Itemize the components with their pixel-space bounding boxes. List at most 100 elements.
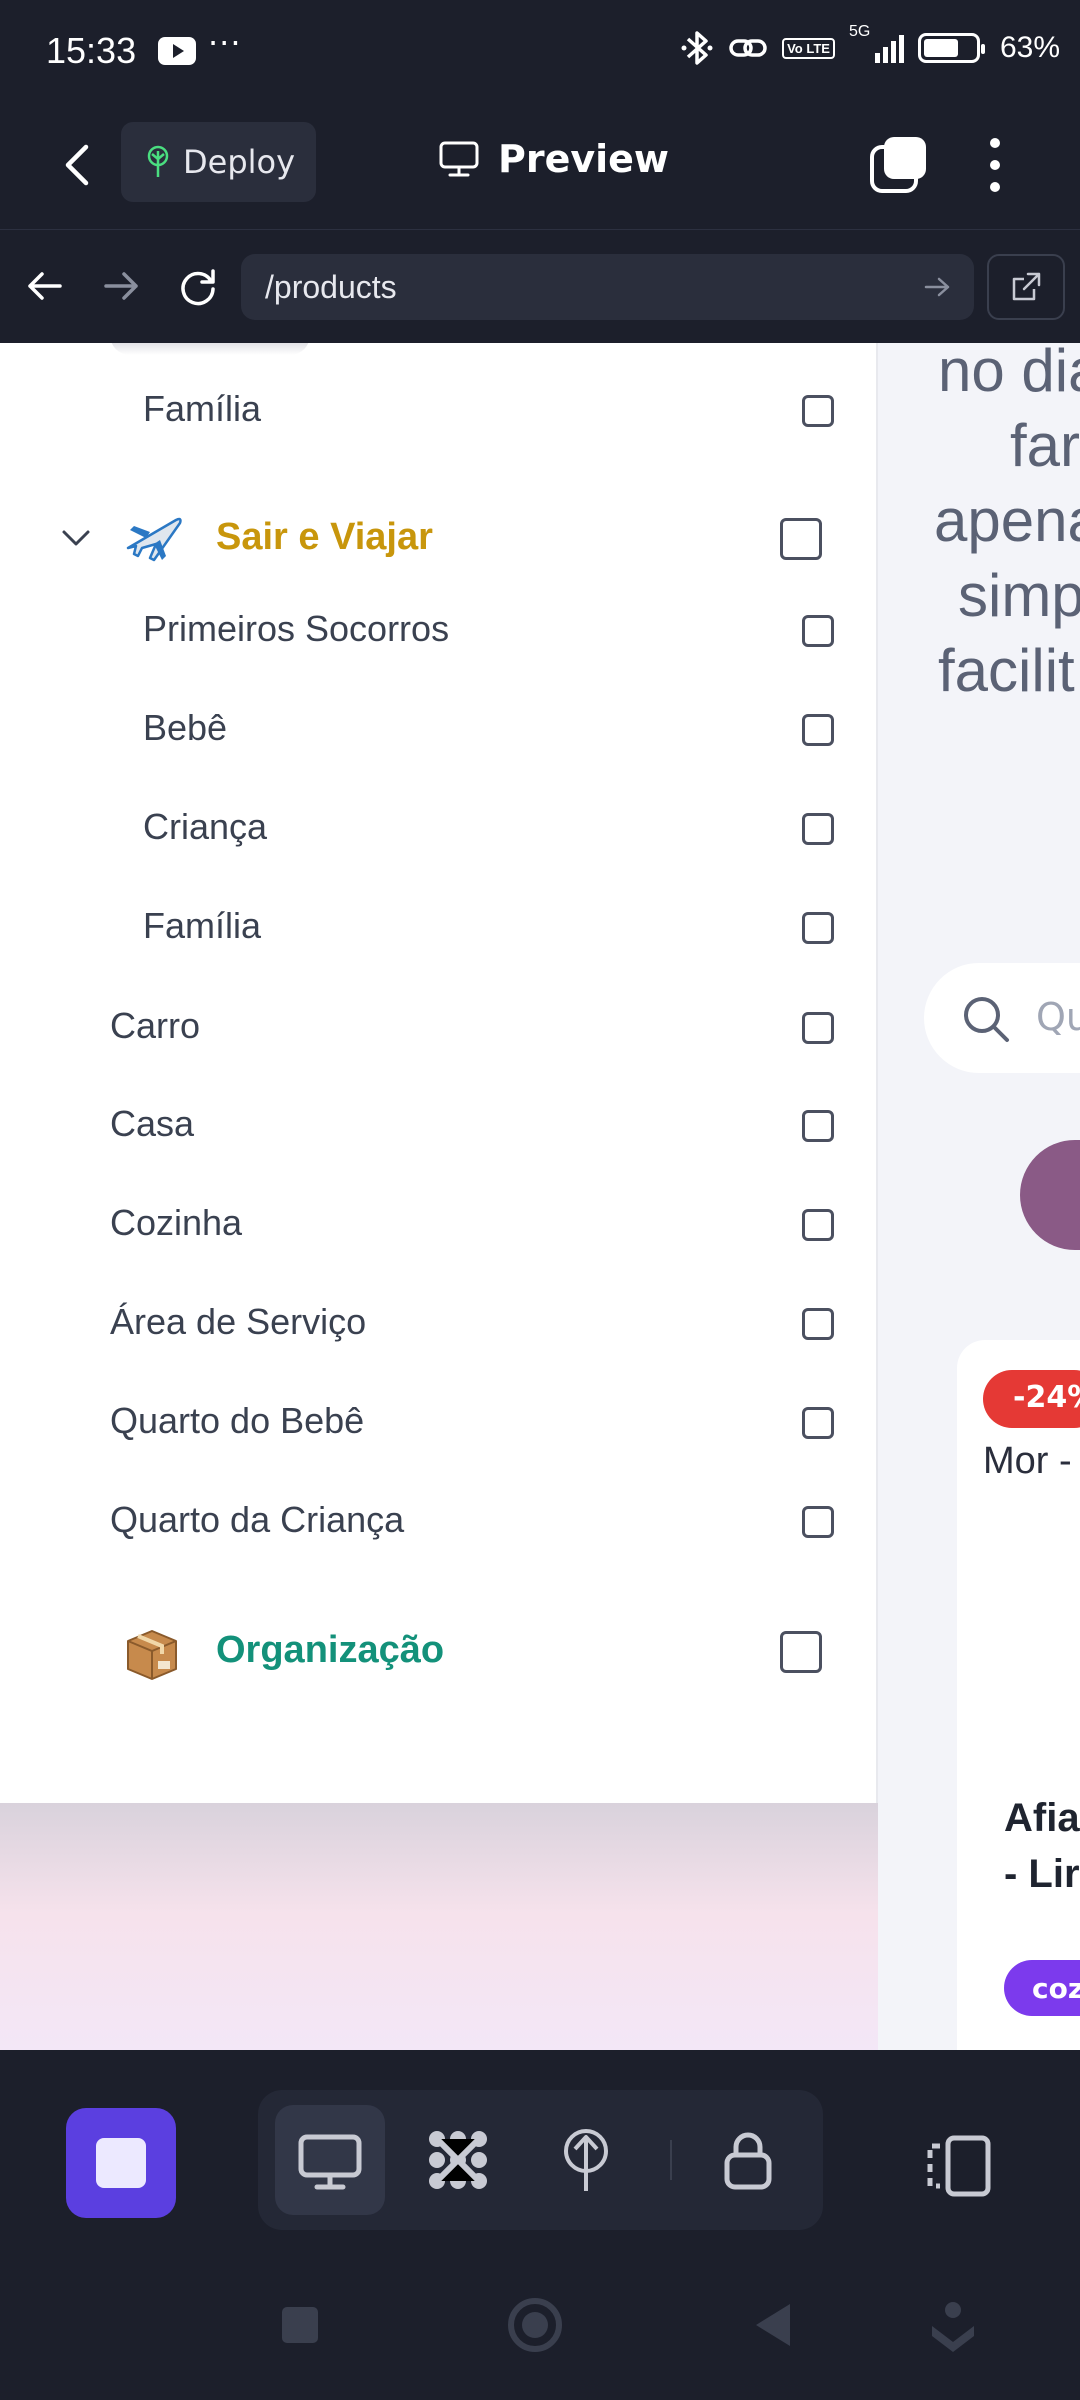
blocks-icon bbox=[429, 2131, 487, 2189]
security-tab[interactable] bbox=[693, 2105, 803, 2215]
category-tag[interactable]: coz bbox=[1004, 1960, 1080, 2016]
lock-icon bbox=[724, 2132, 772, 2190]
reload-icon[interactable] bbox=[175, 263, 221, 309]
filter-checkbox[interactable] bbox=[802, 714, 834, 746]
filter-label: Quarto da Criança bbox=[110, 1499, 405, 1540]
url-input[interactable]: /products bbox=[241, 254, 974, 320]
nav-back-icon[interactable] bbox=[22, 263, 68, 309]
web-preview: no dia far apena simp facilit Qu -24% Mo… bbox=[0, 343, 1080, 2050]
search-icon bbox=[964, 997, 1009, 1042]
scroll-shadow bbox=[110, 343, 310, 355]
monitor-icon bbox=[298, 2134, 362, 2190]
product-card[interactable]: -24% Mor - Afia - Lir coz bbox=[957, 1340, 1080, 2050]
filter-checkbox[interactable] bbox=[802, 1506, 834, 1538]
home-icon[interactable] bbox=[500, 2290, 570, 2360]
deploy-tree-icon bbox=[147, 145, 169, 177]
product-name-line: Afia bbox=[1004, 1796, 1080, 1840]
deploy-tab[interactable] bbox=[531, 2105, 641, 2215]
filter-label: Casa bbox=[110, 1103, 195, 1144]
product-name-line: - Lir bbox=[1004, 1852, 1080, 1896]
hero-text: no dia far apena simp facilit bbox=[928, 343, 1080, 708]
filter-row[interactable]: Quarto do Bebê bbox=[0, 1378, 878, 1468]
filter-checkbox[interactable] bbox=[802, 395, 834, 427]
filter-checkbox[interactable] bbox=[802, 813, 834, 845]
product-search[interactable]: Qu bbox=[924, 963, 1080, 1073]
filter-row[interactable]: Família bbox=[0, 883, 878, 973]
filter-label: Primeiros Socorros bbox=[143, 608, 450, 649]
link-icon bbox=[729, 39, 767, 57]
battery-icon bbox=[917, 33, 985, 63]
hero-line: apena bbox=[934, 487, 1080, 554]
category-label: Sair e Viajar bbox=[216, 516, 433, 558]
status-bar: 15:33 ··· Vo LTE 5G 63% bbox=[0, 0, 1080, 105]
filter-row[interactable]: Criança bbox=[0, 784, 878, 874]
divider bbox=[670, 2140, 672, 2180]
filter-label: Bebê bbox=[143, 707, 228, 748]
airplane-icon bbox=[126, 517, 182, 562]
filter-checkbox[interactable] bbox=[802, 1012, 834, 1044]
sidebar-backdrop bbox=[0, 1803, 878, 2050]
more-options-icon[interactable] bbox=[980, 133, 1010, 197]
volte-icon: Vo LTE bbox=[782, 37, 835, 59]
deploy-icon bbox=[564, 2129, 608, 2191]
filter-row[interactable]: Bebê bbox=[0, 685, 878, 775]
signal-icon bbox=[874, 33, 904, 63]
view-switcher bbox=[258, 2090, 823, 2230]
discount-badge: -24% bbox=[983, 1370, 1080, 1428]
chevron-down-icon[interactable] bbox=[60, 524, 92, 552]
category-filter-sidebar: Família Sair e Viajar Primeiros Socorros… bbox=[0, 343, 878, 1803]
filter-label: Família bbox=[143, 388, 262, 429]
filter-row[interactable]: Cozinha bbox=[0, 1180, 878, 1270]
url-text: /products bbox=[265, 268, 397, 305]
status-indicators: Vo LTE 5G 63% bbox=[680, 23, 1060, 66]
network-type: 5G bbox=[848, 23, 871, 40]
back-icon[interactable] bbox=[56, 135, 96, 195]
filter-label: Família bbox=[143, 905, 262, 946]
back-nav-icon[interactable] bbox=[738, 2290, 808, 2360]
battery-percent: 63% bbox=[999, 31, 1060, 64]
preview-title: Preview bbox=[438, 137, 669, 181]
go-arrow-icon[interactable] bbox=[922, 272, 952, 302]
filter-row[interactable]: Quarto da Criança bbox=[0, 1477, 878, 1567]
open-external-button[interactable] bbox=[987, 254, 1065, 320]
hero-line: facilit bbox=[938, 637, 1075, 704]
filter-checkbox[interactable] bbox=[802, 1209, 834, 1241]
deploy-button[interactable]: Deploy bbox=[121, 122, 316, 202]
category-row-organizacao[interactable]: Organização bbox=[0, 1607, 878, 1697]
filter-row[interactable]: Família bbox=[0, 366, 878, 456]
product-name: Afia - Lir bbox=[1004, 1790, 1080, 1902]
filter-checkbox[interactable] bbox=[802, 912, 834, 944]
category-checkbox[interactable] bbox=[780, 1631, 822, 1673]
preview-label: Preview bbox=[498, 137, 670, 181]
more-notifications-icon: ··· bbox=[208, 24, 242, 62]
filter-label: Área de Serviço bbox=[110, 1301, 367, 1342]
filter-row[interactable]: Área de Serviço bbox=[0, 1279, 878, 1369]
filter-checkbox[interactable] bbox=[802, 615, 834, 647]
preview-tab[interactable] bbox=[275, 2105, 385, 2215]
code-tab[interactable] bbox=[403, 2105, 513, 2215]
category-label: Organização bbox=[216, 1629, 445, 1671]
hero-line: simp bbox=[958, 562, 1080, 629]
deploy-label: Deploy bbox=[183, 143, 296, 181]
recents-icon[interactable] bbox=[265, 2290, 335, 2360]
windows-icon[interactable] bbox=[868, 133, 930, 195]
filter-checkbox[interactable] bbox=[802, 1110, 834, 1142]
filter-label: Quarto do Bebê bbox=[110, 1400, 365, 1441]
filter-row[interactable]: Casa bbox=[0, 1081, 878, 1171]
category-row-sair-e-viajar[interactable]: Sair e Viajar bbox=[0, 494, 878, 584]
url-bar: /products bbox=[0, 230, 1080, 343]
status-time: 15:33 bbox=[46, 30, 137, 71]
filter-checkbox[interactable] bbox=[802, 1308, 834, 1340]
product-brand: Mor - bbox=[983, 1440, 1072, 1482]
system-navigation bbox=[0, 2250, 1080, 2400]
bottom-toolbar bbox=[0, 2050, 1080, 2260]
filter-row[interactable]: Primeiros Socorros bbox=[0, 586, 878, 676]
nav-forward-icon[interactable] bbox=[98, 263, 144, 309]
filter-checkbox[interactable] bbox=[802, 1407, 834, 1439]
filter-row[interactable]: Carro bbox=[0, 983, 878, 1073]
device-toggle-icon[interactable] bbox=[920, 2132, 1000, 2202]
category-checkbox[interactable] bbox=[780, 518, 822, 560]
filter-label: Carro bbox=[110, 1005, 201, 1046]
stop-button[interactable] bbox=[66, 2108, 176, 2218]
assistant-icon[interactable] bbox=[918, 2290, 988, 2360]
